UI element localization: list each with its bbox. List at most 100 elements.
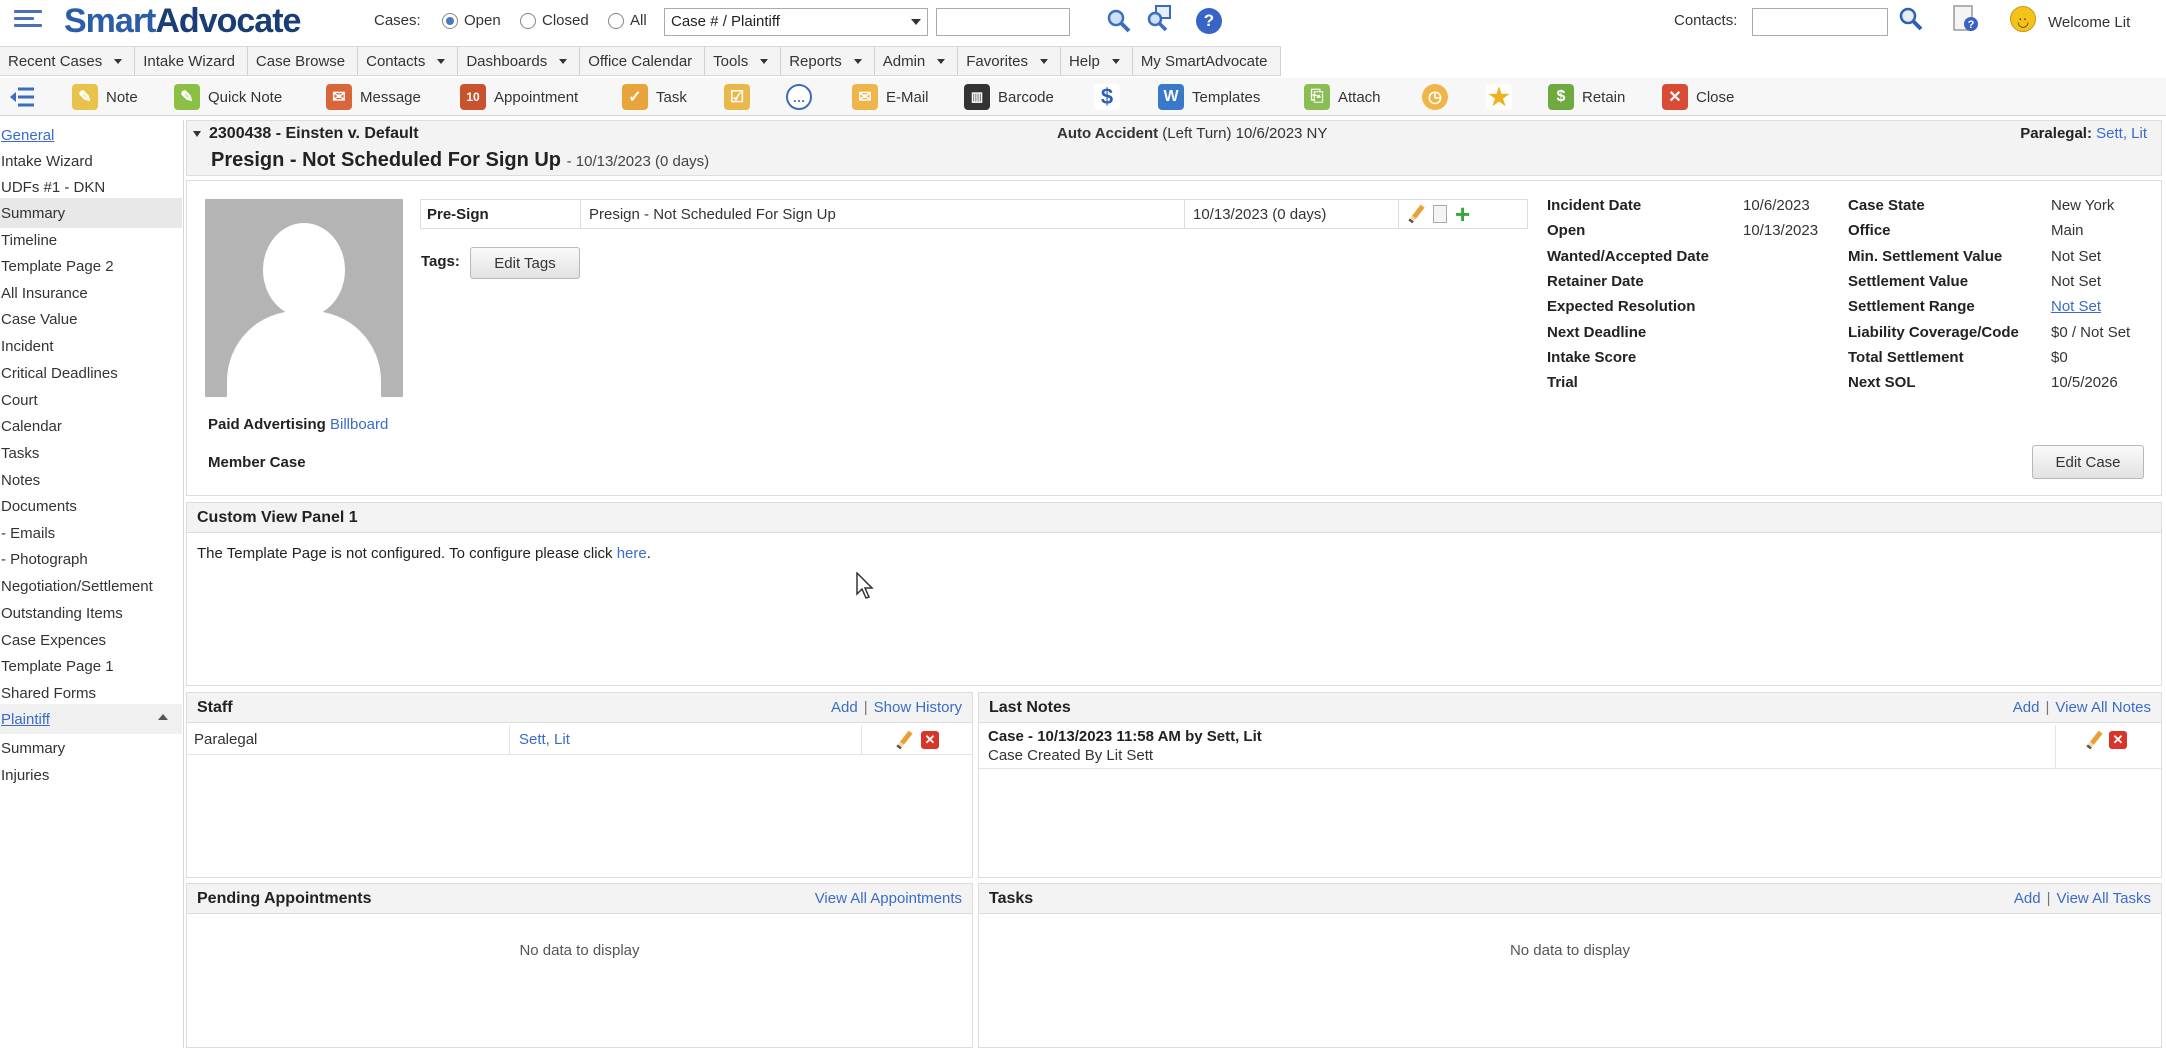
menu-item-intake-wizard[interactable]: Intake Wizard — [135, 47, 248, 75]
contact-info-icon[interactable]: ? — [1950, 4, 1980, 34]
menu-item-contacts[interactable]: Contacts — [358, 47, 459, 75]
edit-tags-button[interactable]: Edit Tags — [470, 247, 580, 279]
contacts-search-icon[interactable] — [1896, 4, 1926, 34]
attach-label: Attach — [1338, 88, 1381, 106]
radio-open-dot[interactable] — [442, 12, 458, 29]
view-all-tasks-link[interactable]: View All Tasks — [2057, 890, 2152, 907]
contacts-search-input[interactable] — [1752, 8, 1888, 36]
menu-item-tools[interactable]: Tools — [705, 47, 782, 75]
sidebar-item-negotiation-settlement[interactable]: Negotiation/Settlement — [0, 571, 182, 601]
barcode-button[interactable]: ▥ Barcode — [964, 82, 1054, 112]
radio-closed[interactable]: Closed — [520, 12, 589, 29]
money-button[interactable]: $ — [1094, 82, 1128, 112]
pending-appointments-title: Pending Appointments — [197, 890, 372, 907]
collapse-triangle-icon[interactable] — [193, 130, 201, 137]
menu-item-recent-cases[interactable]: Recent Cases — [0, 47, 136, 75]
delete-x-icon[interactable]: ✕ — [2109, 731, 2127, 749]
quick-note-button[interactable]: ✎ Quick Note — [174, 82, 282, 112]
task-icon: ✓ — [622, 84, 648, 110]
attach-button[interactable]: ⎘ Attach — [1304, 82, 1381, 112]
case-search-input[interactable] — [936, 8, 1070, 36]
paid-advertising-value[interactable]: Billboard — [330, 416, 388, 433]
calendar-icon: 10 — [460, 84, 486, 110]
favorite-button[interactable]: ★ — [1486, 82, 1520, 112]
sidebar-item-outstanding-items[interactable]: Outstanding Items — [0, 598, 182, 628]
note-row[interactable]: Case - 10/13/2023 11:58 AM by Sett, Lit … — [979, 725, 2161, 769]
configure-here-link[interactable]: here — [617, 545, 647, 562]
chevron-down-icon — [937, 58, 946, 64]
hamburger-menu-icon[interactable] — [14, 6, 42, 34]
sidebar-item-plaintiff[interactable]: Plaintiff — [0, 704, 182, 734]
email-button[interactable]: ✉ E-Mail — [852, 82, 929, 112]
staff-name-link[interactable]: Sett, Lit — [519, 731, 570, 748]
view-all-appointments-link[interactable]: View All Appointments — [815, 890, 962, 907]
menu-item-dashboards[interactable]: Dashboards — [458, 47, 581, 75]
timer-button[interactable]: ◷ — [1422, 82, 1456, 112]
sidebar-item-photograph[interactable]: - Photograph — [0, 544, 182, 574]
sidebar-item-incident[interactable]: Incident — [0, 331, 182, 361]
sidebar-item-case-value[interactable]: Case Value — [0, 304, 182, 334]
sidebar-item-tasks[interactable]: Tasks — [0, 438, 182, 468]
sidebar-item-template-page-1[interactable]: Template Page 1 — [0, 651, 182, 681]
note-button[interactable]: ✎ Note — [72, 82, 138, 112]
edit-case-button[interactable]: Edit Case — [2032, 445, 2144, 479]
sidebar-item-label: Outstanding Items — [1, 604, 123, 622]
close-case-button[interactable]: ✕ Close — [1662, 82, 1734, 112]
task-button[interactable]: ✓ Task — [622, 82, 687, 112]
notes-add-link[interactable]: Add — [2013, 699, 2040, 716]
menu-item-my-smartadvocate[interactable]: My SmartAdvocate — [1133, 47, 1281, 75]
sidebar-item-template-page-2[interactable]: Template Page 2 — [0, 251, 182, 281]
menu-item-office-calendar[interactable]: Office Calendar — [580, 47, 706, 75]
chat-button[interactable]: … — [786, 82, 820, 112]
radio-closed-dot[interactable] — [520, 12, 536, 29]
menu-item-admin[interactable]: Admin — [875, 47, 959, 75]
welcome-user[interactable]: Welcome Lit — [2048, 14, 2130, 31]
sidebar-item-critical-deadlines[interactable]: Critical Deadlines — [0, 358, 182, 388]
view-all-notes-link[interactable]: View All Notes — [2055, 699, 2151, 716]
sidebar-item-summary[interactable]: Summary — [0, 198, 182, 228]
edit-pencil-icon[interactable] — [2085, 731, 2103, 749]
case-search-type-select[interactable]: Case # / Plaintiff — [664, 8, 928, 36]
radio-all-dot[interactable] — [608, 12, 624, 29]
smartadvocate-logo[interactable]: SmartAdvocate — [64, 2, 301, 41]
sidebar-item-injuries[interactable]: Injuries — [0, 760, 182, 790]
appointment-button[interactable]: 10 Appointment — [460, 82, 578, 112]
staff-add-link[interactable]: Add — [831, 699, 858, 716]
document-icon[interactable] — [1433, 205, 1447, 223]
advanced-search-icon[interactable] — [1144, 4, 1174, 34]
edit-pencil-icon[interactable] — [1407, 205, 1425, 223]
menu-item-label: Help — [1068, 52, 1100, 70]
client-photo-placeholder[interactable] — [205, 199, 403, 397]
paralegal-link[interactable]: Sett, Lit — [2096, 125, 2147, 142]
add-plus-icon[interactable]: + — [1455, 201, 1470, 227]
tasks-add-link[interactable]: Add — [2014, 890, 2041, 907]
sidebar-item-label: Negotiation/Settlement — [1, 577, 153, 595]
menu-item-case-browse[interactable]: Case Browse — [248, 47, 359, 75]
toolbar-collapse-button[interactable] — [8, 82, 36, 112]
checklist-button[interactable]: ☑ — [724, 82, 758, 112]
case-sidebar: General Intake Wizard UDFs #1 - DKN Summary… — [0, 120, 184, 1048]
menu-item-help[interactable]: Help — [1061, 47, 1133, 75]
note-label: Note — [106, 88, 138, 106]
field-value-settlement-range[interactable]: Not Set — [2051, 298, 2101, 322]
sidebar-item-calendar[interactable]: Calendar — [0, 411, 182, 441]
case-search-icon[interactable] — [1104, 6, 1134, 36]
close-icon: ✕ — [1662, 84, 1688, 110]
help-icon[interactable]: ? — [1194, 6, 1224, 36]
templates-button[interactable]: W Templates — [1158, 82, 1260, 112]
menu-item-favorites[interactable]: Favorites — [958, 47, 1061, 75]
sidebar-item-summary[interactable]: Summary — [0, 733, 182, 763]
edit-pencil-icon[interactable] — [895, 731, 913, 749]
radio-all[interactable]: All — [608, 12, 647, 29]
delete-x-icon[interactable]: ✕ — [921, 731, 939, 749]
retain-button[interactable]: $ Retain — [1548, 82, 1625, 112]
chevron-up-icon[interactable] — [158, 714, 168, 720]
staff-show-history-link[interactable]: Show History — [874, 699, 962, 716]
sidebar-item-documents[interactable]: Documents — [0, 491, 182, 521]
link-separator: | — [2045, 699, 2050, 716]
menu-item-reports[interactable]: Reports — [781, 47, 875, 75]
staff-row[interactable]: Paralegal Sett, Lit ✕ — [187, 725, 972, 755]
user-smiley-icon[interactable] — [2010, 6, 2036, 32]
message-button[interactable]: ✉ Message — [326, 82, 421, 112]
radio-open[interactable]: Open — [442, 12, 501, 29]
